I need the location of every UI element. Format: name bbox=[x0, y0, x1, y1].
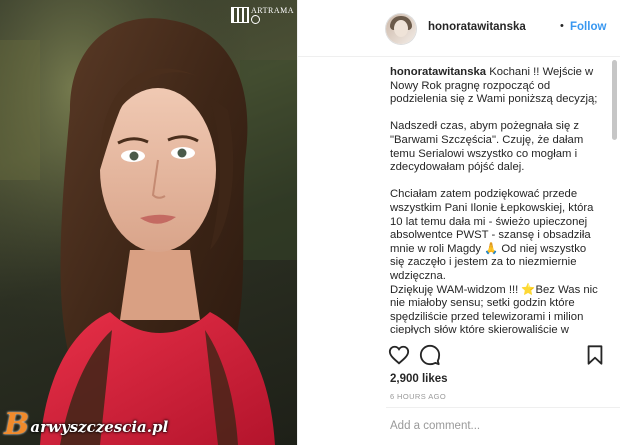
action-bar bbox=[388, 344, 608, 370]
caption-paragraph-3: Chciałam zatem podziękować przede wszyst… bbox=[390, 188, 598, 334]
watermark-logo-text: arwyszczescia.pl bbox=[30, 418, 169, 436]
watermark-logo-initial: B bbox=[4, 407, 30, 442]
film-strip-icon bbox=[231, 7, 249, 23]
portrait-illustration bbox=[0, 0, 297, 445]
comment-input[interactable]: Add a comment... bbox=[390, 420, 480, 432]
post-timestamp[interactable]: 6 HOURS AGO bbox=[390, 392, 446, 401]
comment-icon[interactable] bbox=[419, 344, 441, 366]
likes-count[interactable]: 2,900 likes bbox=[390, 373, 448, 385]
caption-paragraph-1: honoratawitanska Kochani !! Wejście w No… bbox=[390, 66, 602, 107]
bookmark-icon[interactable] bbox=[584, 344, 606, 366]
post-side-panel: honoratawitanska • Follow honoratawitans… bbox=[297, 0, 620, 445]
heart-icon[interactable] bbox=[388, 344, 410, 366]
artrama-watermark: ARTRAMA bbox=[231, 4, 295, 26]
caption-username[interactable]: honoratawitanska bbox=[390, 66, 486, 78]
copyright-icon bbox=[251, 15, 260, 24]
post-photo[interactable]: ARTRAMA B arwyszczescia.pl bbox=[0, 0, 297, 445]
watermark-top-text: ARTRAMA bbox=[251, 6, 295, 15]
header-username[interactable]: honoratawitanska bbox=[428, 21, 526, 33]
neck-shape bbox=[120, 250, 200, 320]
follow-button[interactable]: Follow bbox=[570, 21, 606, 33]
header-separator: • bbox=[560, 20, 564, 32]
barwy-watermark: B arwyszczescia.pl bbox=[4, 407, 169, 442]
avatar[interactable] bbox=[386, 14, 416, 44]
caption-scrollbar[interactable] bbox=[612, 60, 617, 140]
comment-divider bbox=[386, 407, 620, 408]
post-header: honoratawitanska • Follow bbox=[298, 0, 620, 57]
caption-paragraph-2: Nadszedł czas, abym pożegnała się z "Bar… bbox=[390, 120, 584, 174]
post-caption: honoratawitanska Kochani !! Wejście w No… bbox=[390, 66, 602, 334]
